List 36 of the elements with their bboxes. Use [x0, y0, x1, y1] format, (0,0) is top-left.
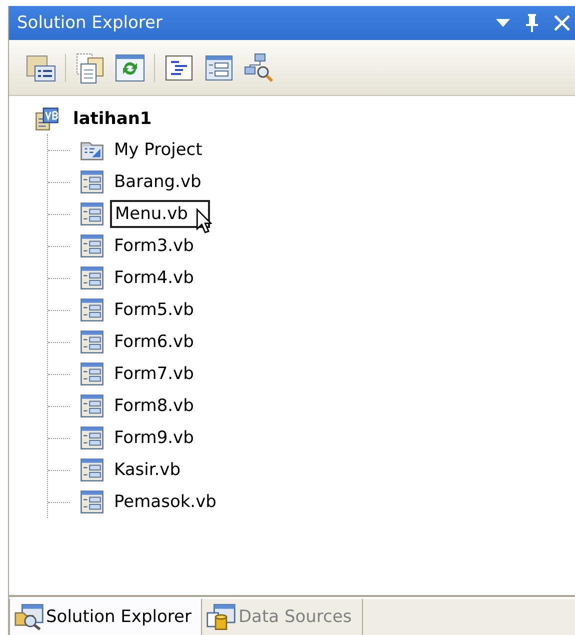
form-icon: [80, 298, 104, 322]
tree-item[interactable]: Barang.vb: [110, 169, 206, 195]
database-icon: [206, 603, 236, 631]
form-icon: [80, 490, 104, 514]
mouse-pointer-icon: [196, 208, 212, 234]
tree-item[interactable]: Form5.vb: [110, 297, 198, 323]
class-diagram-icon[interactable]: [243, 52, 275, 84]
tree-item[interactable]: Form7.vb: [110, 361, 198, 387]
dropdown-icon[interactable]: [495, 18, 511, 28]
tree-item[interactable]: Form3.vb: [110, 233, 198, 259]
tree-item[interactable]: Form4.vb: [110, 265, 198, 291]
tree-item[interactable]: Form8.vb: [110, 393, 198, 419]
pin-icon[interactable]: [525, 13, 539, 33]
form-icon: [80, 458, 104, 482]
explorer-icon: [14, 603, 44, 631]
form-icon: [80, 234, 104, 258]
tree-item[interactable]: My Project: [110, 137, 206, 163]
form-icon: [80, 362, 104, 386]
window-title: Solution Explorer: [17, 13, 164, 33]
form-icon: [80, 266, 104, 290]
form-icon: [80, 330, 104, 354]
form-icon: [80, 426, 104, 450]
files-icon[interactable]: [74, 52, 106, 84]
form-icon: [80, 202, 104, 226]
project-icon: [35, 107, 59, 131]
form-icon: [80, 170, 104, 194]
tree-item[interactable]: Menu.vb: [110, 200, 210, 228]
tree-item[interactable]: latihan1: [73, 109, 152, 129]
tree-item[interactable]: Pemasok.vb: [110, 489, 220, 515]
panel-tab[interactable]: Solution Explorer: [9, 599, 202, 635]
close-icon[interactable]: [553, 14, 571, 32]
tree-item[interactable]: Kasir.vb: [110, 457, 185, 483]
tree-item[interactable]: Form9.vb: [110, 425, 198, 451]
form-icon: [80, 394, 104, 418]
refresh-icon[interactable]: [114, 52, 146, 84]
tree-item[interactable]: Form6.vb: [110, 329, 198, 355]
